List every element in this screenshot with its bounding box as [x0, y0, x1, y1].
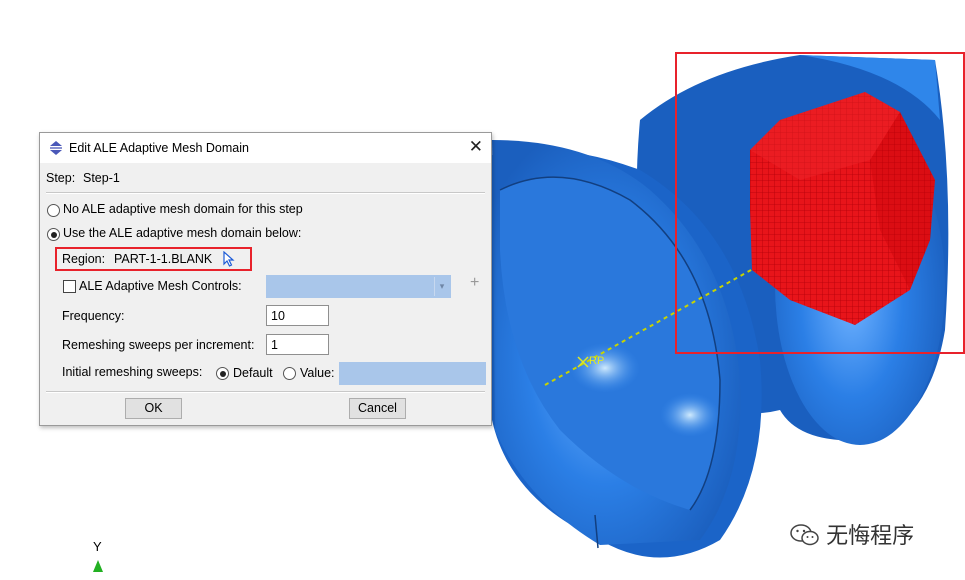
- create-controls-plus-icon[interactable]: +: [470, 274, 479, 292]
- watermark: 无悔程序: [790, 518, 914, 550]
- y-axis-label: Y: [93, 539, 102, 554]
- initial-default-radio[interactable]: [216, 367, 229, 380]
- ok-button[interactable]: OK: [125, 398, 182, 419]
- wechat-icon: [790, 523, 820, 547]
- initial-default-label[interactable]: Default: [233, 366, 273, 380]
- use-domain-radio[interactable]: [47, 228, 60, 241]
- step-value: Step-1: [83, 171, 120, 185]
- watermark-text: 无悔程序: [826, 523, 915, 548]
- no-domain-label[interactable]: No ALE adaptive mesh domain for this ste…: [63, 202, 303, 216]
- divider: [46, 391, 485, 393]
- mesh-domain-icon: [49, 141, 63, 155]
- step-label: Step:: [46, 171, 76, 185]
- region-highlight: [55, 247, 252, 271]
- chevron-down-icon: ▾: [434, 277, 449, 296]
- rp-label: RP: [589, 355, 604, 367]
- ale-controls-select[interactable]: ▾: [266, 275, 451, 298]
- sweeps-input[interactable]: 1: [266, 334, 329, 355]
- y-axis-arrow-icon: [93, 560, 103, 572]
- initial-sweeps-label: Initial remeshing sweeps:: [62, 365, 203, 379]
- dialog-title: Edit ALE Adaptive Mesh Domain: [69, 141, 249, 155]
- initial-value-input[interactable]: [339, 362, 486, 385]
- no-domain-radio[interactable]: [47, 204, 60, 217]
- frequency-label: Frequency:: [62, 309, 125, 323]
- dialog-titlebar[interactable]: Edit ALE Adaptive Mesh Domain ✕: [40, 133, 491, 163]
- sweeps-label: Remeshing sweeps per increment:: [62, 338, 255, 352]
- blank-highlight-frame: [675, 52, 965, 354]
- ale-controls-checkbox[interactable]: [63, 280, 76, 293]
- close-icon[interactable]: ✕: [469, 138, 483, 156]
- use-domain-label[interactable]: Use the ALE adaptive mesh domain below:: [63, 226, 301, 240]
- edit-ale-dialog: Edit ALE Adaptive Mesh Domain ✕ Step: St…: [39, 132, 492, 426]
- frequency-input[interactable]: 10: [266, 305, 329, 326]
- ale-controls-label: ALE Adaptive Mesh Controls:: [79, 279, 242, 293]
- initial-value-label[interactable]: Value:: [300, 366, 335, 380]
- divider: [46, 192, 485, 194]
- cancel-button[interactable]: Cancel: [349, 398, 406, 419]
- initial-value-radio[interactable]: [283, 367, 296, 380]
